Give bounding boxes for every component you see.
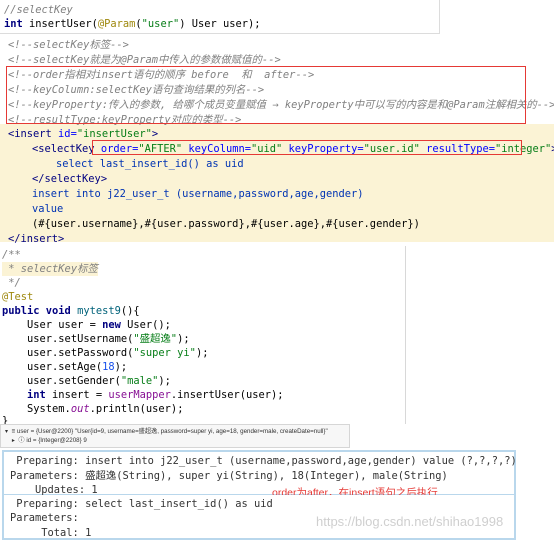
javadoc-text: * selectKey标签 — [2, 262, 98, 276]
xml-comment-1: <!--selectKey标签--> — [8, 39, 129, 51]
xml-mapper-panel: <!--selectKey标签--> <!--selectKey就是为@Para… — [0, 36, 554, 245]
console-parameters-insert: Parameters: 盛超逸(String), super yi(String… — [10, 470, 448, 482]
insert-end-tag: </insert> — [8, 233, 65, 245]
method-paren: (){ — [120, 305, 140, 317]
code-text: User(); — [120, 319, 171, 331]
javadoc-close: */ — [2, 277, 21, 289]
selectkey-tag: <selectKey — [32, 143, 95, 155]
code-text: User user = — [2, 319, 103, 331]
mapper-interface-panel: //selectKey int insertUser(@Param("user"… — [0, 0, 440, 34]
console-total: Total: 1 — [10, 527, 92, 539]
insert-id-value: "insertUser" — [76, 128, 152, 140]
signature-name: insertUser( — [22, 18, 98, 30]
comments-highlight-box — [6, 66, 526, 124]
password-string: "super yi" — [133, 347, 196, 359]
value-keyword: value — [32, 203, 64, 215]
code-line-println: System.out.println(user); — [2, 402, 183, 416]
console-preparing-select: Preparing: select last_insert_id() as ui… — [10, 498, 273, 510]
code-text: user.setUsername( — [2, 333, 134, 345]
new-keyword: new — [102, 319, 121, 331]
code-line-set-gender: user.setGender("male"); — [2, 374, 171, 388]
code-line-set-username: user.setUsername("盛超逸"); — [2, 332, 190, 346]
signature-param-string: "user" — [141, 18, 180, 30]
select-sql: select last_insert_id() as uid — [56, 158, 244, 170]
debugger-variables: ▾ ≡ user = {User@2200} "User{id=9, usern… — [0, 424, 350, 448]
interface-comment: //selectKey — [4, 4, 73, 16]
code-text: user.setAge( — [2, 361, 103, 373]
code-text: .insertUser(user); — [170, 389, 284, 401]
code-text: user.setPassword( — [2, 347, 134, 359]
method-signature: public void mytest9(){ — [2, 304, 140, 318]
selectkey-end-tag: </selectKey> — [32, 173, 108, 185]
mapper-field: userMapper — [108, 389, 171, 401]
code-text: System. — [2, 403, 71, 415]
values-placeholders: (#{user.username},#{user.password},#{use… — [32, 218, 420, 230]
xml-comment-2: <!--selectKey就是为@Param中传入的参数做赋值的--> — [8, 54, 281, 66]
test-annotation: @Test — [2, 291, 34, 303]
code-text: ); — [114, 361, 128, 373]
signature-rest: ) User user); — [179, 18, 261, 30]
java-test-panel: /** * selectKey标签 */ @Test public void m… — [0, 246, 406, 427]
debug-id-row[interactable]: ▸ ⓘ id = {Integer@2208} 9 — [5, 436, 87, 446]
code-text: ); — [195, 347, 209, 359]
code-text: ); — [177, 333, 190, 345]
code-text: ); — [158, 375, 171, 387]
watermark: https://blog.csdn.net/shihao1998 — [316, 514, 504, 529]
code-line-insert-call: int insert = userMapper.insertUser(user)… — [2, 388, 284, 402]
insert-id-attr: id= — [51, 128, 77, 140]
gender-string: "male" — [120, 375, 159, 387]
insert-statement: insert into j22_user_t (username,passwor… — [32, 188, 364, 200]
selectkey-attrs-highlight-box — [92, 140, 522, 155]
console-preparing-insert: Preparing: insert into j22_user_t (usern… — [10, 455, 517, 467]
console-insert-log: Preparing: insert into j22_user_t (usern… — [2, 450, 517, 496]
int-keyword: int — [2, 389, 46, 401]
method-modifiers: public void — [2, 305, 71, 317]
method-name: mytest9 — [70, 305, 121, 317]
code-text: user.setGender( — [2, 375, 121, 387]
age-number: 18 — [102, 361, 115, 373]
code-text: .println(user); — [89, 403, 184, 415]
signature-annotation: @Param — [97, 18, 136, 30]
insert-close: > — [151, 128, 159, 140]
code-line-new-user: User user = new User(); — [2, 318, 171, 332]
out-field: out — [70, 403, 90, 415]
insert-tag: <insert — [8, 128, 52, 140]
select-statement: select last_insert_id() as uid — [56, 157, 244, 171]
javadoc-open: /** — [2, 249, 21, 261]
insert-open-line: <insert id="insertUser"> — [8, 127, 158, 141]
signature-keyword: int — [4, 18, 23, 30]
interface-signature: int insertUser(@Param("user") User user)… — [4, 17, 261, 31]
code-line-set-age: user.setAge(18); — [2, 360, 127, 374]
username-string: "盛超逸" — [133, 333, 178, 345]
code-line-set-password: user.setPassword("super yi"); — [2, 346, 208, 360]
code-text: insert = — [45, 389, 109, 401]
console-parameters-select: Parameters: — [10, 512, 86, 524]
